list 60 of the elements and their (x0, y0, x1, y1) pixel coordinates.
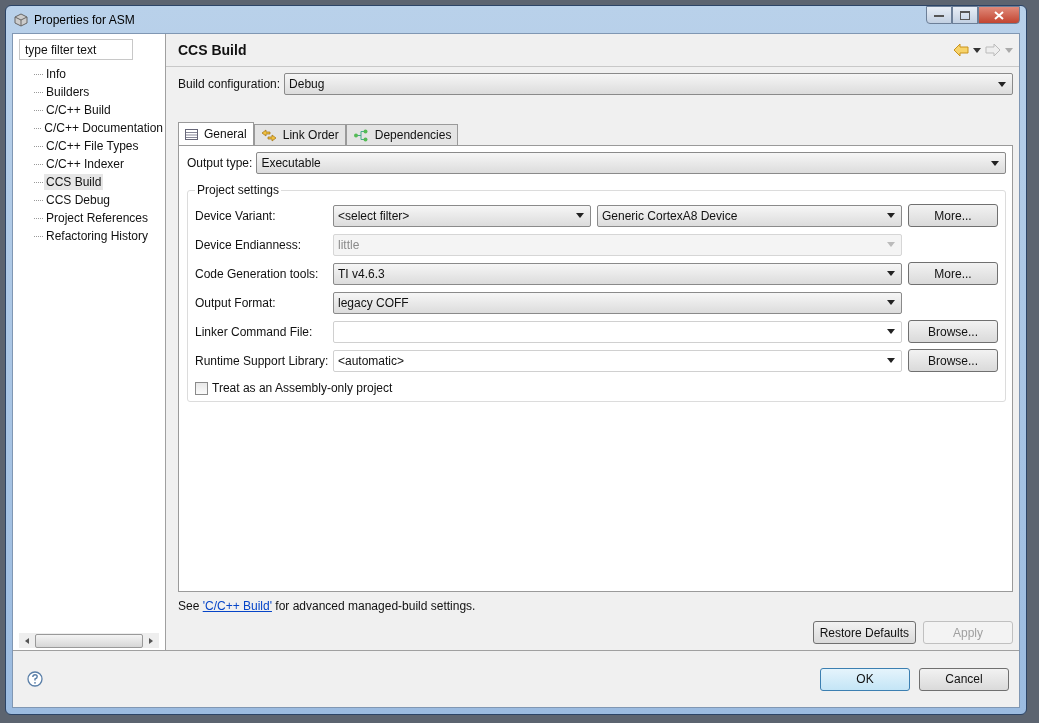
maximize-button[interactable] (952, 6, 978, 24)
field-label: Output Format: (195, 295, 277, 310)
swap-arrows-icon (260, 128, 277, 142)
advanced-settings-note: See 'C/C++ Build' for advanced managed-build settings. (178, 599, 477, 613)
dropdown[interactable]: legacy COFF (333, 291, 902, 314)
checkbox-label[interactable]: Treat as an Assembly-only project (212, 381, 393, 395)
maximize-icon (960, 10, 970, 20)
build-configuration-dropdown[interactable]: Debug (284, 73, 1013, 95)
cube-icon (14, 12, 28, 27)
field-label: Build configuration: (178, 77, 281, 91)
group-title: Project settings (196, 183, 281, 197)
dropdown[interactable]: <select filter> (333, 204, 591, 227)
scrollbar-thumb[interactable] (35, 633, 143, 648)
dropdown[interactable]: Generic CortexA8 Device (597, 204, 902, 227)
dropdown-icon[interactable] (973, 47, 981, 53)
tree-item[interactable]: Refactoring History (44, 228, 151, 244)
combo-input-field[interactable]: <automatic> (333, 349, 902, 372)
field-label: Device Variant: (195, 208, 277, 223)
dialog-button[interactable]: OK (820, 667, 910, 691)
output-type-dropdown[interactable]: Executable (256, 152, 1006, 174)
tree-item[interactable]: CCS Build (44, 174, 104, 190)
tree-item[interactable]: C/C++ File Types (44, 138, 141, 154)
help-icon[interactable] (27, 671, 43, 687)
side-button[interactable]: Browse... (908, 349, 998, 372)
close-button[interactable] (978, 6, 1020, 24)
page-button[interactable]: Restore Defaults (812, 621, 916, 644)
tree-item[interactable]: C/C++ Documentation (42, 120, 165, 136)
tree-item[interactable]: Builders (44, 84, 92, 100)
dialog-button[interactable]: Cancel (919, 667, 1009, 691)
window-title: Properties for ASM (34, 12, 135, 27)
field-label: Code Generation tools: (195, 266, 320, 281)
tab[interactable]: Link Order (253, 124, 346, 145)
page-title: CCS Build (178, 42, 247, 58)
filter-field[interactable]: type filter text (19, 39, 133, 60)
table-icon (185, 128, 198, 140)
tree-item[interactable]: C/C++ Indexer (44, 156, 127, 172)
field-label: Runtime Support Library: (195, 353, 330, 368)
combo-input-field[interactable] (333, 320, 902, 343)
field-label: Linker Command File: (195, 324, 314, 339)
side-button[interactable]: Browse... (908, 320, 998, 343)
tree-item[interactable]: Project References (44, 210, 151, 226)
tree-item[interactable]: Info (44, 66, 68, 82)
tree-item[interactable]: CCS Debug (44, 192, 113, 208)
field-label: Output type: (187, 156, 253, 170)
minimize-icon (934, 12, 944, 18)
horizontal-scrollbar[interactable] (19, 633, 159, 648)
tree-item[interactable]: C/C++ Build (44, 102, 113, 118)
tab[interactable]: Dependencies (345, 124, 459, 145)
field-label: Device Endianness: (195, 237, 303, 252)
side-button[interactable]: More... (908, 262, 998, 285)
checkbox[interactable] (195, 381, 208, 395)
scroll-right-icon[interactable] (147, 636, 155, 645)
close-icon (994, 10, 1004, 20)
dropdown[interactable]: TI v4.6.3 (333, 262, 902, 285)
build-settings-link[interactable]: 'C/C++ Build' (202, 599, 272, 613)
minimize-button[interactable] (926, 6, 952, 24)
dependency-graph-icon (352, 128, 369, 142)
tab[interactable]: General (178, 122, 254, 145)
scroll-left-icon[interactable] (23, 636, 31, 645)
side-button[interactable]: More... (908, 204, 998, 227)
